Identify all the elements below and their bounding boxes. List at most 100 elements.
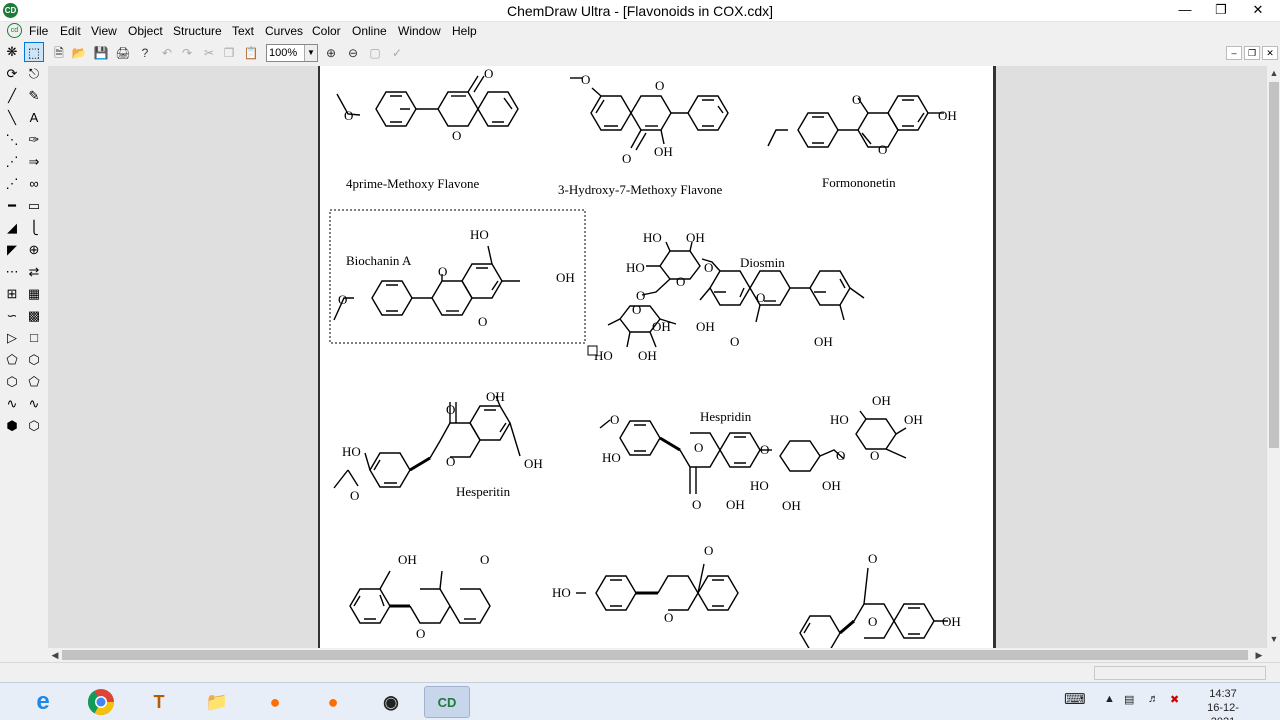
text-tool-icon[interactable]: A bbox=[24, 108, 44, 128]
hashed-bond-icon[interactable]: ⋰ bbox=[2, 152, 22, 172]
menu-edit[interactable]: Edit bbox=[60, 24, 81, 38]
zoom-select[interactable]: 100% ▼ bbox=[266, 44, 318, 62]
save-icon[interactable]: 💾 bbox=[92, 44, 110, 62]
menu-curves[interactable]: Curves bbox=[265, 24, 303, 38]
horizontal-scroll-thumb[interactable] bbox=[62, 650, 1248, 660]
chemdraw-task-icon[interactable]: CD bbox=[424, 686, 470, 718]
orbital-icon[interactable]: ∞ bbox=[24, 174, 44, 194]
chrome-icon[interactable] bbox=[78, 686, 124, 718]
bold-bond-icon[interactable]: ━ bbox=[2, 196, 22, 216]
templates-icon[interactable]: ▩ bbox=[24, 306, 44, 326]
volume-icon[interactable]: ♬ bbox=[1148, 693, 1159, 705]
menu-structure[interactable]: Structure bbox=[173, 24, 222, 38]
firefox-icon[interactable]: ● bbox=[252, 686, 298, 718]
help-pointer-icon[interactable]: ? bbox=[136, 44, 154, 62]
structures-canvas[interactable]: O O O O O OH O O O OH O HO OH O O HO OH … bbox=[320, 66, 993, 648]
window-title: ChemDraw Ultra - [Flavonoids in COX.cdx] bbox=[506, 3, 774, 19]
show-page-icon[interactable]: ▢ bbox=[366, 44, 384, 62]
file-explorer-icon[interactable]: 📁 bbox=[194, 686, 240, 718]
menu-online[interactable]: Online bbox=[352, 24, 387, 38]
cyclopentane-icon[interactable]: ⬠ bbox=[2, 350, 22, 370]
eraser-icon[interactable]: ✎ bbox=[24, 86, 44, 106]
menu-window[interactable]: Window bbox=[398, 24, 441, 38]
close-icon[interactable]: ✕ bbox=[1236, 0, 1280, 22]
scroll-down-icon[interactable]: ▼ bbox=[1267, 632, 1280, 646]
scroll-left-icon[interactable]: ◀ bbox=[48, 648, 62, 662]
new-document-icon[interactable]: 🗎 bbox=[50, 44, 68, 62]
menu-text[interactable]: Text bbox=[232, 24, 254, 38]
menu-file[interactable]: File bbox=[29, 24, 48, 38]
internet-explorer-icon[interactable]: e bbox=[20, 686, 66, 718]
menu-object[interactable]: Object bbox=[128, 24, 163, 38]
cyclohexane-chair-icon[interactable]: ⬡ bbox=[24, 350, 44, 370]
arrow-icon[interactable]: ⇒ bbox=[24, 152, 44, 172]
document-icon[interactable]: cd bbox=[7, 23, 22, 38]
horizontal-scrollbar[interactable]: ◀ ▶ bbox=[48, 648, 1266, 662]
open-folder-icon[interactable]: 📂 bbox=[70, 44, 88, 62]
restore-icon[interactable]: ❐ bbox=[1204, 0, 1238, 22]
menu-help[interactable]: Help bbox=[452, 24, 477, 38]
redo-icon[interactable]: ↷ bbox=[178, 44, 196, 62]
paste-icon[interactable]: 📋 bbox=[242, 44, 260, 62]
doc-minimize-icon[interactable]: – bbox=[1226, 46, 1242, 60]
zoom-value: 100% bbox=[269, 47, 298, 59]
notification-icon[interactable]: ✖ bbox=[1170, 693, 1179, 706]
undo-icon[interactable]: ↶ bbox=[158, 44, 176, 62]
scroll-right-icon[interactable]: ▶ bbox=[1252, 648, 1266, 662]
chemical-symbol-icon[interactable]: ⊕ bbox=[24, 240, 44, 260]
firefox-icon[interactable]: ● bbox=[310, 686, 356, 718]
pen-icon[interactable]: ✑ bbox=[24, 130, 44, 150]
menu-color[interactable]: Color bbox=[312, 24, 341, 38]
copy-icon[interactable]: ❐ bbox=[220, 44, 238, 62]
obs-studio-icon[interactable]: ◉ bbox=[368, 686, 414, 718]
hashed-wedge-icon[interactable]: ⋰ bbox=[2, 174, 22, 194]
menu-view[interactable]: View bbox=[91, 24, 117, 38]
show-hidden-icons-icon[interactable]: ▲ bbox=[1104, 693, 1115, 705]
hashed-wedged-bond-icon[interactable]: ⋯ bbox=[2, 262, 22, 282]
bracket-icon[interactable]: ⎩ bbox=[24, 218, 44, 238]
selection-handle[interactable] bbox=[587, 345, 598, 356]
scroll-up-icon[interactable]: ▲ bbox=[1267, 66, 1280, 80]
structure-perspective-icon[interactable]: ⎋ bbox=[24, 64, 44, 84]
acyclic-chain-icon[interactable]: ∽ bbox=[2, 306, 22, 326]
wedged-bond-icon[interactable]: ◤ bbox=[2, 240, 22, 260]
zoom-in-icon[interactable]: ⊕ bbox=[322, 44, 340, 62]
document-page[interactable]: O O O O O OH O O O OH O HO OH O O HO OH … bbox=[318, 66, 996, 648]
minimize-icon[interactable]: — bbox=[1168, 0, 1202, 22]
tlc-plate-icon[interactable]: ▦ bbox=[24, 284, 44, 304]
query-tool-icon[interactable]: ⇄ bbox=[24, 262, 44, 282]
keyboard-icon[interactable]: ⌨ bbox=[1064, 690, 1086, 708]
vertical-scroll-thumb[interactable] bbox=[1269, 82, 1279, 448]
print-icon[interactable]: 🖨 bbox=[114, 44, 132, 62]
drawing-element-icon[interactable]: ▭ bbox=[24, 196, 44, 216]
rotate-icon[interactable]: ⟳ bbox=[2, 64, 22, 84]
doc-restore-icon[interactable]: ❐ bbox=[1244, 46, 1260, 60]
atom-oh: OH bbox=[726, 497, 745, 512]
zoom-out-icon[interactable]: ⊖ bbox=[344, 44, 362, 62]
solid-bond-icon[interactable]: ╱ bbox=[2, 86, 22, 106]
dashed-bond-icon[interactable]: ⋱ bbox=[2, 130, 22, 150]
check-structure-icon[interactable]: ✓ bbox=[388, 44, 406, 62]
cyclopropane-icon[interactable]: ▷ bbox=[2, 328, 22, 348]
cut-icon[interactable]: ✂ bbox=[200, 44, 218, 62]
lasso-icon[interactable]: ❋ bbox=[2, 42, 22, 62]
cyclohexane-icon[interactable]: ⬡ bbox=[2, 372, 22, 392]
vertical-scrollbar[interactable]: ▲ ▼ bbox=[1266, 66, 1280, 648]
cyclooctane-icon[interactable]: ⬢ bbox=[2, 416, 22, 436]
wedge-bond-icon[interactable]: ◢ bbox=[2, 218, 22, 238]
table-icon[interactable]: ⊞ bbox=[2, 284, 22, 304]
chevron-down-icon[interactable]: ▼ bbox=[304, 45, 317, 61]
network-icon[interactable]: ▤ bbox=[1124, 693, 1134, 706]
chair-one-icon[interactable]: ∿ bbox=[2, 394, 22, 414]
chair-two-icon[interactable]: ∿ bbox=[24, 394, 44, 414]
typing-app-icon[interactable]: T bbox=[136, 686, 182, 718]
benzene-icon[interactable]: ⬡ bbox=[24, 416, 44, 436]
system-clock[interactable]: 14:37 16-12-2021 bbox=[1195, 687, 1251, 720]
cyclopentane-icon[interactable]: ⬠ bbox=[24, 372, 44, 392]
doc-close-icon[interactable]: ✕ bbox=[1262, 46, 1278, 60]
marquee-select-icon[interactable]: ⬚ bbox=[24, 42, 44, 62]
atom-o: O bbox=[704, 260, 713, 275]
multiple-bond-icon[interactable]: ╲ bbox=[2, 108, 22, 128]
cyclobutane-icon[interactable]: □ bbox=[24, 328, 44, 348]
drawing-workspace[interactable]: O O O O O OH O O O OH O HO OH O O HO OH … bbox=[48, 66, 1266, 648]
